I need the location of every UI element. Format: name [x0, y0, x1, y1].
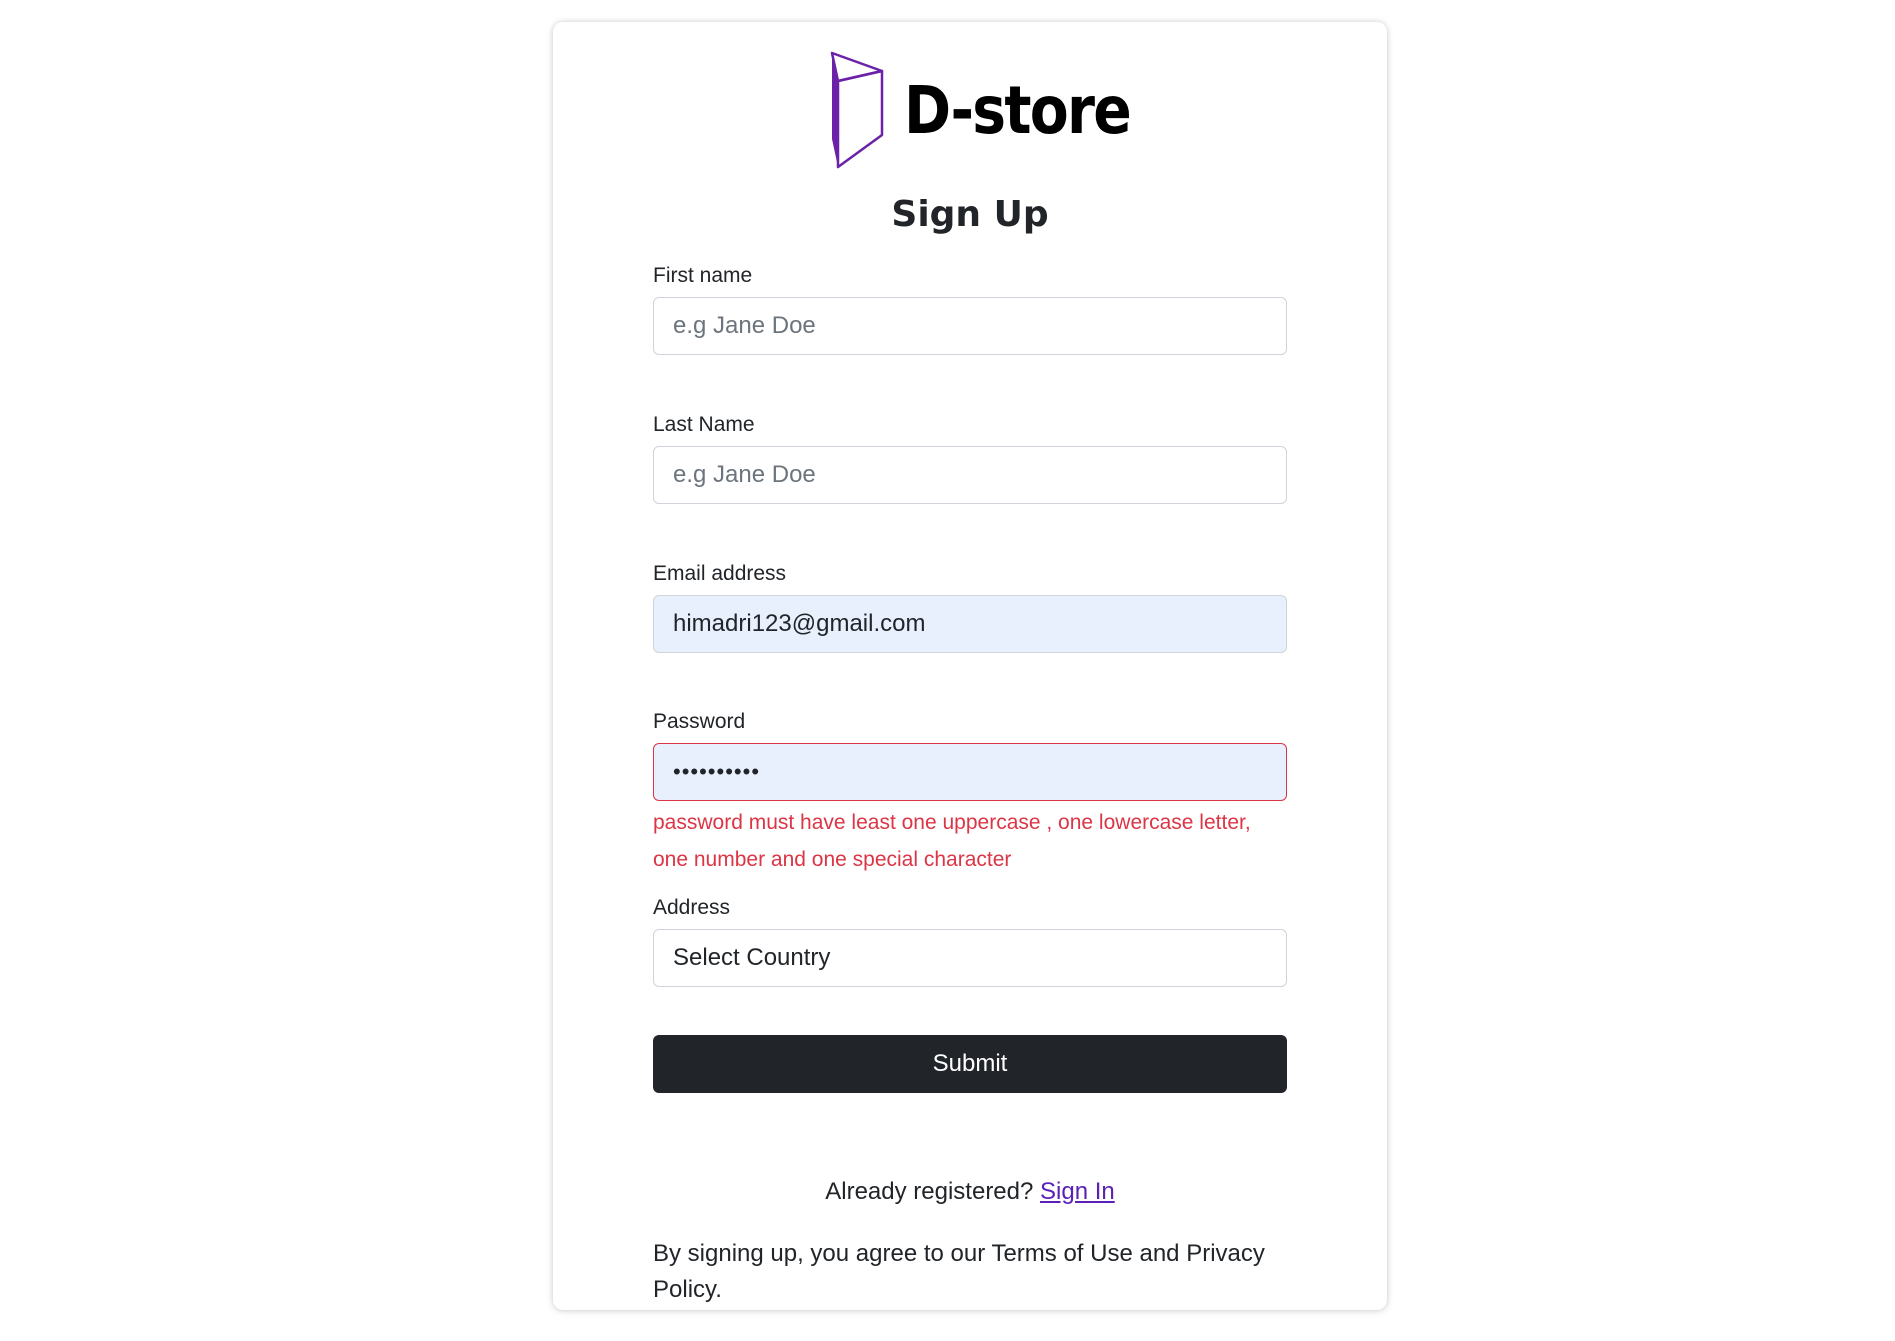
signup-card: D-store Sign Up First name Last Name Ema…: [553, 22, 1387, 1310]
signin-prompt-line: Already registered? Sign In: [553, 1178, 1387, 1206]
address-label: Address: [653, 896, 731, 919]
password-input[interactable]: [653, 743, 1287, 801]
submit-button[interactable]: Submit: [653, 1035, 1287, 1093]
last-name-input[interactable]: [653, 446, 1287, 504]
terms-line-2: Policy.: [653, 1276, 722, 1303]
email-input[interactable]: [653, 595, 1287, 653]
signin-prompt-text: Already registered?: [825, 1178, 1034, 1205]
password-error-line-1: password must have least one uppercase ,…: [653, 811, 1251, 834]
first-name-input[interactable]: [653, 297, 1287, 355]
email-label: Email address: [653, 562, 787, 585]
last-name-label: Last Name: [653, 413, 755, 436]
country-select[interactable]: Select Country: [653, 929, 1287, 987]
brand-name: D-store: [904, 71, 1132, 149]
terms-notice: By signing up, you agree to our Terms of…: [653, 1236, 1293, 1308]
password-label: Password: [653, 710, 746, 733]
signin-link[interactable]: Sign In: [1040, 1178, 1115, 1205]
terms-line-1: By signing up, you agree to our Terms of…: [653, 1240, 1265, 1267]
page-title: Sign Up: [891, 194, 1049, 235]
password-error-line-2: one number and one special character: [653, 848, 1012, 871]
open-box-icon: [830, 51, 884, 169]
country-select-value: Select Country: [673, 944, 831, 971]
first-name-label: First name: [653, 264, 753, 287]
brand-logo: D-store: [828, 40, 1132, 180]
